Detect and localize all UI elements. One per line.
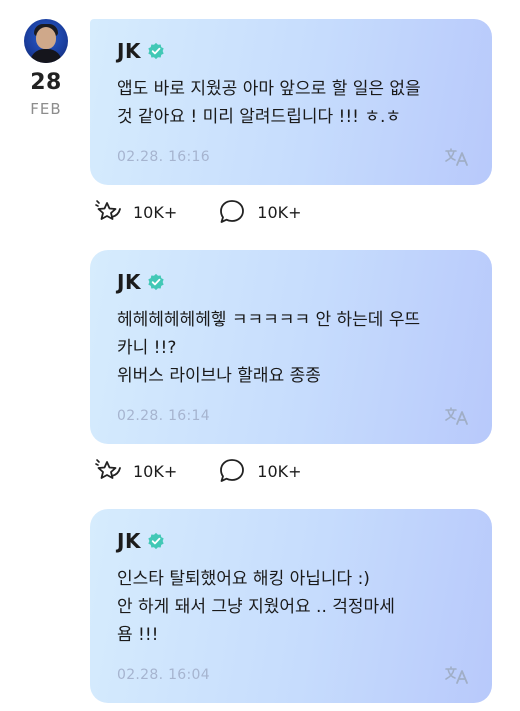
post-text: 앱도 바로 지웠공 아마 앞으로 할 일은 없을 것 같아요 ! 미리 알려드립… [117,79,421,127]
post-author: JK [117,270,466,294]
post-card[interactable]: JK 헤헤헤헤헤헤헿 ㅋㅋㅋㅋㅋ 안 하는데 우뜨 카니 !!? 위버스 라이브… [90,250,492,444]
like-count: 10K+ [133,202,178,222]
post-timestamp: 02.28. 16:04 [117,667,210,683]
date-day: 28 [30,70,62,95]
post-card[interactable]: JK 인스타 탈퇴했어요 해킹 아닙니다 :) 안 하게 돼서 그냥 지웠어요 … [90,509,492,703]
date-month: FEB [30,100,62,118]
comment-count: 10K+ [257,202,302,222]
post-actions: 10K+ 10K+ [93,197,342,227]
author-name: JK [117,529,141,553]
comment-button[interactable]: 10K+ [217,456,302,486]
like-count: 10K+ [133,461,178,481]
verified-badge-icon [148,532,164,550]
comment-count: 10K+ [257,461,302,481]
author-name: JK [117,39,141,63]
verified-badge-icon [148,42,164,60]
post-card[interactable]: JK 앱도 바로 지웠공 아마 앞으로 할 일은 없을 것 같아요 ! 미리 알… [90,19,492,185]
like-button[interactable]: 10K+ [93,197,177,227]
author-name: JK [117,270,141,294]
cheer-icon [95,459,121,479]
post-author: JK [117,39,466,63]
cheer-icon [95,200,121,220]
comment-icon [220,200,245,223]
like-button[interactable]: 10K+ [93,456,177,486]
translate-icon[interactable] [444,147,470,167]
post-timestamp: 02.28. 16:16 [117,149,210,165]
verified-badge-icon [148,273,164,291]
translate-icon[interactable] [444,406,470,426]
post-text: 헤헤헤헤헤헤헿 ㅋㅋㅋㅋㅋ 안 하는데 우뜨 카니 !!? 위버스 라이브나 할… [117,310,421,386]
user-avatar[interactable] [24,19,68,63]
post-author: JK [117,529,466,553]
post-text: 인스타 탈퇴했어요 해킹 아닙니다 :) 안 하게 돼서 그냥 지웠어요 .. … [117,569,395,645]
post-actions: 10K+ 10K+ [93,456,342,486]
comment-icon [220,459,245,482]
translate-icon[interactable] [444,665,470,685]
post-timestamp: 02.28. 16:14 [117,408,210,424]
comment-button[interactable]: 10K+ [217,197,302,227]
